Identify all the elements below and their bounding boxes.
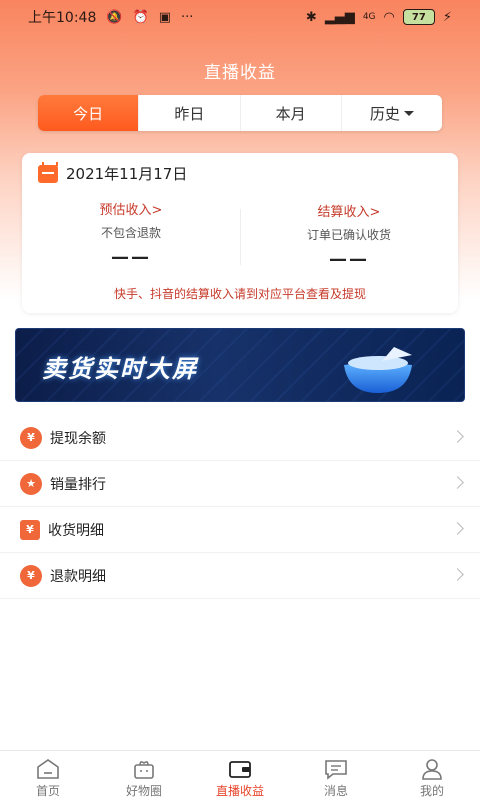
menu-list: ¥ 提现余额 ★ 销量排行 ¥ 收货明细 ¥ 退款明细: [0, 415, 480, 599]
tab-today[interactable]: 今日: [38, 95, 140, 131]
home-icon: [37, 759, 59, 779]
chevron-right-icon: [451, 522, 464, 535]
bluetooth-icon: ✱: [305, 9, 317, 25]
charging-icon: ⚡: [442, 9, 452, 25]
battery-level: 77: [411, 11, 426, 23]
nav-messages[interactable]: 消息: [288, 751, 384, 800]
nav-label: 消息: [323, 784, 348, 798]
nav-label: 我的: [419, 784, 444, 798]
receipt-icon: ¥: [20, 519, 40, 540]
tab-history-dropdown[interactable]: 历史: [342, 95, 442, 131]
nav-home[interactable]: 首页: [0, 751, 96, 800]
nav-mine[interactable]: 我的: [384, 751, 480, 800]
card-date: 2021年11月17日: [66, 165, 188, 183]
page-title: 直播收益: [204, 63, 276, 83]
menu-item-label: 收货明细: [48, 522, 104, 539]
refund-icon: ¥: [20, 564, 42, 587]
medal-icon: ★: [20, 472, 42, 495]
chevron-right-icon: [451, 568, 464, 581]
wifi-icon: ◠: [383, 9, 395, 25]
income-card: 2021年11月17日 预估收入> 不包含退款 —— 结算收入> 订单已确认收货…: [22, 153, 458, 313]
tab-label: 本月: [275, 104, 306, 123]
user-icon: [422, 759, 442, 780]
settled-income-value: ——: [329, 249, 369, 270]
settled-income-link[interactable]: 结算收入>: [240, 201, 458, 220]
estimated-income-value: ——: [111, 247, 151, 268]
caret-down-icon: [403, 110, 414, 116]
pie-bowl-icon: [344, 347, 412, 393]
mute-icon: 🔕: [106, 9, 123, 25]
network-type-label: 4G: [362, 11, 376, 22]
estimated-income: 预估收入> 不包含退款 ——: [22, 199, 240, 268]
battery-icon: 77: [402, 9, 435, 25]
nav-goods-circle[interactable]: 好物圈: [96, 751, 192, 800]
menu-item-refund-details[interactable]: ¥ 退款明细: [0, 553, 480, 599]
wallet-icon: [229, 761, 251, 778]
nav-label: 首页: [35, 784, 60, 798]
tab-label: 今日: [73, 104, 104, 123]
gift-icon: [134, 761, 154, 779]
banner-title: 卖货实时大屏: [42, 355, 198, 383]
status-time: 上午10:48: [28, 10, 97, 26]
status-bar: 上午10:48 🔕 ⏰ ▣ ··· ✱ ▂▄▆ 4G ◠ 77 ⚡: [0, 0, 480, 34]
card-date-row: 2021年11月17日: [38, 161, 188, 184]
tab-label: 历史: [369, 104, 400, 123]
chevron-right-icon: [451, 476, 464, 489]
signal-icon: ▂▄▆: [324, 9, 355, 25]
tab-this-month[interactable]: 本月: [241, 95, 342, 131]
menu-item-receipt-details[interactable]: ¥ 收货明细: [0, 507, 480, 553]
chevron-right-icon: [451, 430, 464, 443]
period-tabs: 今日 昨日 本月 历史: [38, 95, 442, 131]
menu-item-sales-ranking[interactable]: ★ 销量排行: [0, 461, 480, 507]
message-icon: [325, 760, 347, 780]
nav-live-income[interactable]: 直播收益: [192, 751, 288, 800]
nav-label: 好物圈: [125, 784, 162, 798]
nav-label: 直播收益: [215, 784, 264, 798]
estimated-income-subtitle: 不包含退款: [100, 226, 161, 240]
app-notification-icon: ▣: [158, 9, 172, 25]
platform-note: 快手、抖音的结算收入请到对应平台查看及提现: [113, 287, 366, 301]
tab-label: 昨日: [174, 104, 205, 123]
tab-yesterday[interactable]: 昨日: [139, 95, 241, 131]
realtime-screen-banner[interactable]: 卖货实时大屏: [15, 328, 465, 402]
money-bag-icon: ¥: [20, 426, 42, 449]
settled-income-subtitle: 订单已确认收货: [306, 228, 391, 242]
menu-item-label: 销量排行: [50, 476, 106, 493]
settled-income: 结算收入> 订单已确认收货 ——: [240, 201, 458, 270]
menu-item-label: 提现余额: [50, 430, 106, 447]
calendar-icon: [38, 161, 58, 183]
menu-item-withdraw-balance[interactable]: ¥ 提现余额: [0, 415, 480, 461]
bottom-navigation: 首页 好物圈 直播收益 消息 我的: [0, 750, 480, 800]
estimated-income-link[interactable]: 预估收入>: [22, 199, 240, 218]
more-notifications-icon: ···: [181, 9, 194, 25]
alarm-icon: ⏰: [132, 9, 149, 25]
menu-item-label: 退款明细: [50, 568, 106, 585]
